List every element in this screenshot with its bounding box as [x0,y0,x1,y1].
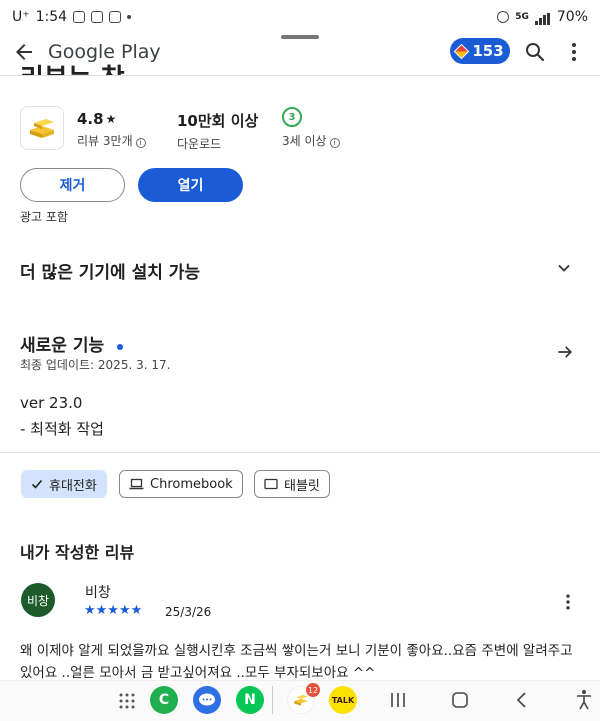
messages-app-icon[interactable] [193,686,221,714]
signal-icon [534,9,551,25]
review-text: 왜 이제야 알게 되었을까요 실행시킨후 조금씩 쌓이는거 보니 기분이 좋아요… [20,643,573,680]
back-nav-icon[interactable] [513,691,531,709]
age-rating-label: 3세 이상 [282,134,327,148]
app-drawer-icon[interactable] [118,692,136,710]
drag-handle[interactable] [281,35,319,39]
laptop-icon [129,478,144,490]
play-points-count: 153 [472,42,504,60]
notification-icon [91,11,104,23]
recent-apps-icon[interactable] [389,691,407,709]
review-count: 리뷰 3만개 [77,134,133,148]
whats-new-title: 새로운 기능 [20,336,105,356]
my-review-heading: 내가 작성한 리뷰 [20,543,135,562]
review-more-options-icon[interactable] [558,592,578,612]
carrier-label: U⁺ [12,9,30,25]
dock-app-icon[interactable]: C [150,686,178,714]
star-icon: ★ [105,112,117,126]
play-points-icon [454,43,470,59]
new-indicator-dot [117,343,124,350]
version-note: - 최적화 작업 [20,420,104,438]
reviewer-name: 비창 [85,585,111,601]
more-notifications-icon [127,15,132,19]
notification-icon [109,11,122,23]
network-label: 5G [515,12,529,22]
check-icon [31,479,43,489]
chat-bubble-icon [199,693,215,706]
notification-icon [73,11,86,23]
home-icon[interactable] [451,691,469,709]
notification-badge: 12 [306,683,320,697]
chip-label: Chromebook [150,476,233,492]
clock: 1:54 [35,9,68,25]
downloads-stat: 10만회 이상 다운로드 [177,110,258,152]
whats-new-header[interactable]: 새로운 기능 [20,331,124,356]
app-title-partial: 리뷰는 창 [20,58,125,76]
info-icon: i [135,138,146,148]
info-icon: i [329,138,340,148]
search-icon[interactable] [523,40,547,64]
rating-stars: ★★★★★ [84,603,143,618]
chip-chromebook[interactable]: Chromebook [119,470,243,498]
status-bar: U⁺ 1:54 5G 70% [0,0,600,34]
avatar: 비창 [21,583,55,617]
tablet-icon [264,478,278,490]
dock-divider [272,686,273,714]
last-updated: 최종 업데이트: 2025. 3. 17. [20,358,171,372]
age-rating-badge: 3 [282,107,302,127]
divider [0,75,600,76]
gold-bars-icon [30,119,54,138]
more-devices-title[interactable]: 더 많은 기기에 설치 가능 [20,258,200,283]
divider [0,452,600,453]
version-text: ver 23.0 [20,394,83,412]
uninstall-button[interactable]: 제거 [20,168,125,202]
more-options-icon[interactable] [562,40,586,64]
contains-ads-note: 광고 포함 [20,210,68,224]
chip-phone[interactable]: 휴대전화 [21,470,107,498]
alarm-icon [497,11,510,23]
chip-label: 휴대전화 [49,478,97,494]
battery-level: 70% [556,9,588,25]
downloads-label: 다운로드 [177,137,222,151]
app-icon [20,106,64,150]
rating-stat[interactable]: 4.8 ★ 리뷰 3만개 i [77,110,146,149]
rating-value: 4.8 [77,110,104,128]
kakaotalk-app-icon[interactable]: TALK [329,686,357,714]
open-button[interactable]: 열기 [138,168,243,202]
chip-tablet[interactable]: 태블릿 [254,470,330,498]
accessibility-icon[interactable] [574,689,594,711]
naver-app-icon[interactable]: N [236,686,264,714]
review-date: 25/3/26 [165,605,212,619]
downloads-value: 10만회 이상 [177,112,259,130]
chevron-down-icon[interactable] [554,258,574,278]
age-rating-stat[interactable]: 3 3세 이상 i [282,107,340,149]
arrow-right-icon[interactable] [555,342,575,362]
play-points-badge[interactable]: 153 [450,38,510,64]
chip-label: 태블릿 [284,478,320,494]
